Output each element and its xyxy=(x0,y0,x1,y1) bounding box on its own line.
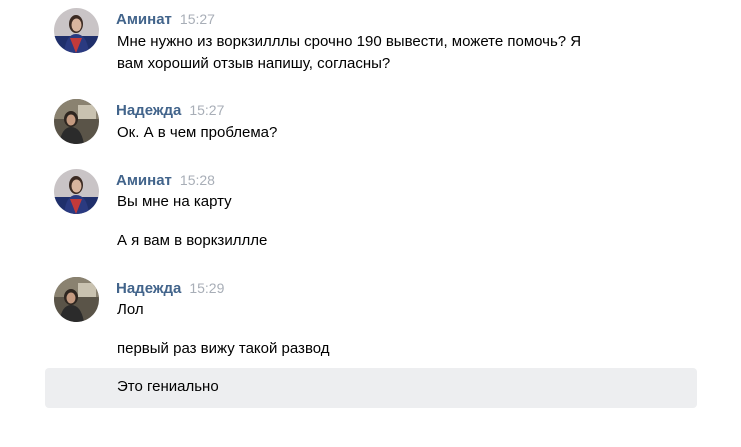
message-time[interactable]: 15:29 xyxy=(189,280,224,296)
message-author[interactable]: Аминат 15:28 xyxy=(116,172,215,189)
message-text-line: Мне нужно из воркзилллы срочно 190 вывес… xyxy=(117,33,582,50)
message-text-line: первый раз вижу такой развод xyxy=(117,340,330,357)
message-author[interactable]: Надежда 15:27 xyxy=(116,102,224,119)
author-name[interactable]: Аминат xyxy=(116,11,172,28)
message-time[interactable]: 15:27 xyxy=(180,11,215,27)
aminat-avatar[interactable] xyxy=(54,8,99,53)
message-text-line: Ок. А в чем проблема? xyxy=(117,124,278,141)
author-name[interactable]: Надежда xyxy=(116,102,181,119)
message-author[interactable]: Надежда 15:29 xyxy=(116,280,224,297)
chat-history: Аминат 15:27 Мне нужно из воркзилллы сроч… xyxy=(0,0,741,447)
message-text-line: А я вам в воркзиллле xyxy=(117,232,268,249)
author-name[interactable]: Аминат xyxy=(116,172,172,189)
nadezhda-avatar[interactable] xyxy=(54,99,99,144)
message-text-line: вам хороший отзыв напишу, согласны? xyxy=(117,55,391,72)
message-text-line: Вы мне на карту xyxy=(117,193,232,210)
message-time[interactable]: 15:27 xyxy=(189,102,224,118)
aminat-avatar[interactable] xyxy=(54,169,99,214)
message-author[interactable]: Аминат 15:27 xyxy=(116,11,215,28)
message-text-line: Это гениально xyxy=(117,378,219,395)
message-text-line: Лол xyxy=(117,301,144,318)
nadezhda-avatar[interactable] xyxy=(54,277,99,322)
message-time[interactable]: 15:28 xyxy=(180,172,215,188)
author-name[interactable]: Надежда xyxy=(116,280,181,297)
